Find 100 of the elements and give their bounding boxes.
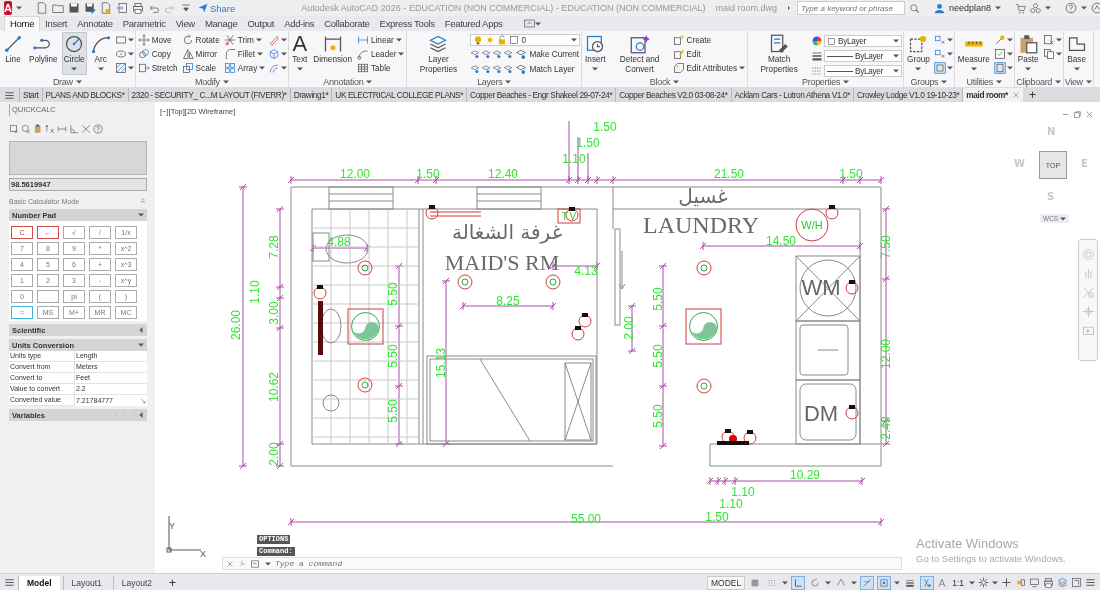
polyline-button[interactable]: Polyline [27,32,60,75]
calculator-icon[interactable] [993,62,1006,74]
panel-title[interactable]: View [1064,76,1092,87]
insert-button[interactable]: Insert [583,32,608,75]
new-file-icon[interactable] [35,2,48,14]
ortho-toggle[interactable] [791,575,806,590]
menu-icon[interactable] [4,577,15,588]
model-space-button[interactable]: MODEL [706,575,746,590]
layer-state-icon[interactable] [492,49,503,59]
point-icon[interactable] [993,34,1006,46]
text-button[interactable]: A Text [290,32,310,75]
layer-state-icon[interactable] [481,49,492,59]
cart-icon[interactable] [1015,2,1027,14]
distance-icon[interactable] [57,124,67,134]
paste-button[interactable]: Paste [1015,32,1041,75]
copy-clip-icon[interactable] [1042,48,1055,60]
plot-icon[interactable] [1043,577,1054,588]
measure-button[interactable]: Measure [955,32,992,75]
pick-point-icon[interactable] [45,124,55,134]
search-icon[interactable] [909,2,921,14]
copy-button[interactable]: Copy [136,47,179,61]
edit-attributes-button[interactable]: Edit Attributes [671,61,747,75]
layout-tab[interactable]: Model [18,575,60,590]
linear-button[interactable]: Linear [355,33,406,47]
isolate-icon[interactable] [1015,577,1026,588]
recent-commands-icon[interactable] [251,558,261,569]
detect-and-convert-button[interactable]: Detect and Convert [609,32,670,75]
collapse-icon[interactable] [139,197,147,205]
property-dropdown[interactable]: ByLayer [824,50,903,62]
layer-icon[interactable] [1057,577,1068,588]
group-button[interactable]: Group [905,32,932,75]
file-tab[interactable]: maid room* [962,88,1023,102]
layer-state-icon[interactable] [470,49,481,59]
menu-icon[interactable] [4,89,15,101]
paste-icon[interactable] [33,124,43,134]
import-icon[interactable] [115,2,128,14]
arc-button[interactable]: Arc [88,32,113,75]
save-icon[interactable] [67,2,80,14]
layer-state-icon[interactable] [492,64,503,74]
save-as-icon[interactable] [83,2,96,14]
circle-button[interactable]: Circle [61,32,87,75]
object-snap-toggle[interactable] [877,575,892,590]
settings-icon[interactable] [978,577,989,588]
layout-tab[interactable]: Layout2 [112,575,161,590]
layer-state-icon[interactable] [503,64,514,74]
ungroup-icon[interactable] [933,48,946,60]
ungroup-icon[interactable] [933,34,946,46]
ribbon-tab[interactable]: Featured Apps [439,16,508,31]
edit-block-button[interactable]: Edit [671,47,747,61]
clear-icon[interactable] [9,124,19,134]
close-tab-icon[interactable] [1011,91,1020,99]
ellipse-icon[interactable] [114,48,127,60]
apps-icon[interactable] [1030,2,1042,14]
hatch-icon[interactable] [114,62,127,74]
match-layer-button[interactable]: Match Layer [514,62,576,76]
orbit-icon[interactable] [1081,305,1095,318]
customize-icon[interactable] [1085,577,1096,588]
convert-icon[interactable] [139,396,147,405]
app-menu-button[interactable]: A [4,1,12,15]
search-field[interactable]: Type a keyword or phrase [797,1,906,15]
quick-select-icon[interactable] [993,48,1006,60]
clear-history-icon[interactable] [21,124,31,134]
group-select-icon[interactable] [933,62,946,74]
ribbon-tab[interactable]: Manage [199,16,243,31]
panel-title[interactable]: Block [649,76,680,87]
rotate-button[interactable]: Rotate [180,33,221,47]
leader-button[interactable]: Leader [355,47,406,61]
clean-screen-icon[interactable] [1071,577,1082,588]
array-button[interactable]: Array [222,61,267,75]
steering-wheel-icon[interactable] [1081,248,1095,261]
show-motion-icon[interactable] [1081,324,1095,337]
autoscale-icon[interactable] [937,577,948,588]
panel-title[interactable]: Draw [52,76,82,87]
intersection-icon[interactable] [81,124,91,134]
line-button[interactable]: Line [1,32,25,75]
ribbon-tab[interactable]: View [170,16,200,31]
make-current-button[interactable]: Make Current [514,47,581,61]
base-button[interactable]: Base [1064,32,1089,75]
add-icon[interactable] [1001,577,1012,588]
ribbon-tab[interactable]: Add-ins [279,16,320,31]
layout-tab[interactable]: Layout1 [62,575,110,590]
stretch-button[interactable]: Stretch [136,61,179,75]
fillet-button[interactable]: Fillet [222,47,267,61]
cut-icon[interactable] [1042,34,1055,46]
annotation-toggle[interactable] [920,575,935,590]
dimension-button[interactable]: Dimension [311,32,354,75]
trim-button[interactable]: Trim [222,33,267,47]
ribbon-tab[interactable]: Output [242,16,280,31]
print-icon[interactable] [131,2,144,14]
ribbon-tab[interactable]: Parametric [117,16,171,31]
explode-icon[interactable] [268,48,281,60]
pan-hand-icon[interactable] [1081,267,1095,280]
panel-title[interactable]: Properties [802,76,850,87]
hardware-icon[interactable] [1029,577,1040,588]
ribbon-tab[interactable]: Collaborate [319,16,375,31]
panel-title[interactable]: Layers [477,76,512,87]
move-button[interactable]: Move [136,33,179,47]
layer-properties-button[interactable]: Layer Properties [408,32,469,75]
layer-state-icon[interactable] [470,64,481,74]
folder-icon[interactable] [51,2,64,14]
